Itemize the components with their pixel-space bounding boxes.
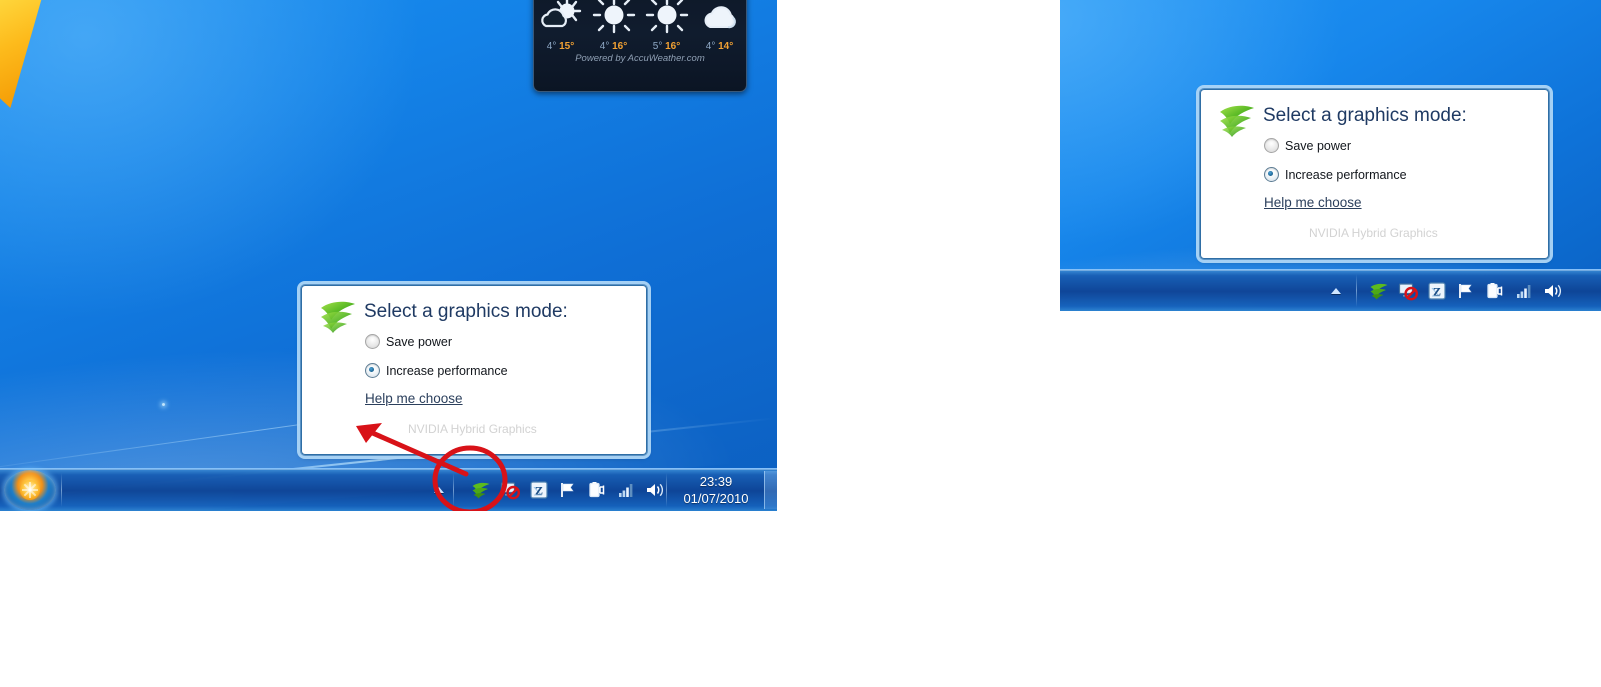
nvidia-tray-icon[interactable] (468, 476, 494, 504)
weather-cell (534, 0, 587, 40)
weather-condition-icons (534, 0, 746, 41)
svg-text:Z: Z (1433, 284, 1441, 298)
sunny-icon (592, 0, 635, 34)
weather-low: 4° (705, 41, 716, 52)
dialog-title: Select a graphics mode: (1263, 105, 1467, 126)
weather-high: 14° (718, 41, 734, 52)
weather-powered-by: Powered by AccuWeather.com (575, 53, 705, 64)
clock-date: 01/07/2010 (683, 491, 749, 506)
help-me-choose-link[interactable]: Help me choose (365, 391, 463, 406)
volume-speaker-icon[interactable] (1540, 277, 1566, 305)
wallpaper-sparkle (162, 403, 165, 406)
weather-low: 4° (599, 41, 610, 52)
weather-high: 16° (612, 41, 628, 52)
system-tray[interactable]: Z (426, 469, 668, 511)
weather-high: 16° (665, 41, 681, 52)
partly-cloudy-icon (540, 0, 581, 28)
weather-low: 5° (652, 41, 663, 52)
taskbar-right[interactable]: Z (1060, 269, 1601, 311)
show-desktop-button[interactable] (764, 471, 777, 509)
radio-label: Save power (1285, 138, 1352, 153)
taskbar-clock[interactable]: 23:39 01/07/2010 (670, 473, 762, 507)
weather-cell (587, 0, 640, 40)
weather-temp-cell: 5° 16° (640, 41, 693, 52)
zonealarm-icon[interactable]: Z (526, 476, 552, 504)
radio-option-increase-performance[interactable]: Increase performance (1264, 167, 1407, 182)
volume-speaker-icon[interactable] (642, 476, 668, 504)
clock-time: 23:39 (699, 474, 733, 489)
weather-cell (640, 0, 693, 40)
weather-temp-cell: 4° 14° (693, 41, 746, 52)
start-button[interactable] (4, 470, 56, 510)
weather-temp-cell: 4° 15° (534, 41, 587, 52)
radio-button-unselected[interactable] (1264, 138, 1279, 153)
flag-action-center-icon[interactable] (555, 476, 581, 504)
system-tray-right[interactable]: Z (1323, 270, 1566, 311)
radio-label: Save power (386, 334, 453, 349)
network-signal-icon[interactable] (613, 476, 639, 504)
battery-charging-icon[interactable] (584, 476, 610, 504)
radio-button-selected[interactable] (365, 363, 380, 378)
weather-cell (693, 0, 746, 40)
weather-gadget[interactable]: Johannesburg Fri. Sat. Sun. Mon. (533, 0, 747, 92)
radio-button-selected[interactable] (1264, 167, 1279, 182)
show-hidden-icons-button[interactable] (1323, 277, 1349, 305)
nvidia-logo-icon (318, 298, 358, 339)
show-hidden-icons-button[interactable] (426, 476, 452, 504)
radio-option-save-power[interactable]: Save power (365, 334, 452, 349)
right-screen-panel: Select a graphics mode: Save power Incre… (1060, 0, 1601, 311)
dialog-footer-text: NVIDIA Hybrid Graphics (408, 422, 537, 436)
weather-temp-cell: 4° 16° (587, 41, 640, 52)
radio-option-increase-performance[interactable]: Increase performance (365, 363, 508, 378)
cloudy-icon (704, 6, 736, 29)
nvidia-graphics-mode-dialog[interactable]: Select a graphics mode: Save power Incre… (300, 284, 648, 456)
weather-high: 15° (559, 41, 575, 52)
taskbar-divider (61, 473, 62, 507)
radio-label: Increase performance (386, 363, 508, 378)
sunny-icon (645, 0, 688, 34)
zonealarm-icon[interactable]: Z (1424, 277, 1450, 305)
display-disabled-icon[interactable] (1395, 277, 1421, 305)
dialog-title: Select a graphics mode: (364, 301, 568, 322)
chevron-up-icon (1331, 287, 1341, 294)
chevron-up-icon (434, 487, 444, 493)
svg-text:Z: Z (535, 484, 543, 498)
weather-temps: 4° 15° 4° 16° 5° 16° 4° 14° (534, 41, 746, 53)
radio-button-unselected[interactable] (365, 334, 380, 349)
dialog-footer-text: NVIDIA Hybrid Graphics (1309, 226, 1438, 240)
flag-action-center-icon[interactable] (1453, 277, 1479, 305)
nvidia-logo-icon (1217, 102, 1257, 143)
taskbar[interactable]: Z 23:39 01/07/2010 (0, 468, 777, 511)
network-signal-icon[interactable] (1511, 277, 1537, 305)
radio-label: Increase performance (1285, 167, 1407, 182)
nvidia-tray-icon[interactable] (1366, 277, 1392, 305)
help-me-choose-link[interactable]: Help me choose (1264, 195, 1362, 210)
left-screen-panel: Johannesburg Fri. Sat. Sun. Mon. (0, 0, 777, 511)
display-disabled-icon[interactable] (497, 476, 523, 504)
nvidia-graphics-mode-dialog-right[interactable]: Select a graphics mode: Save power Incre… (1199, 88, 1550, 260)
radio-option-save-power[interactable]: Save power (1264, 138, 1351, 153)
battery-charging-icon[interactable] (1482, 277, 1508, 305)
weather-low: 4° (546, 41, 557, 52)
